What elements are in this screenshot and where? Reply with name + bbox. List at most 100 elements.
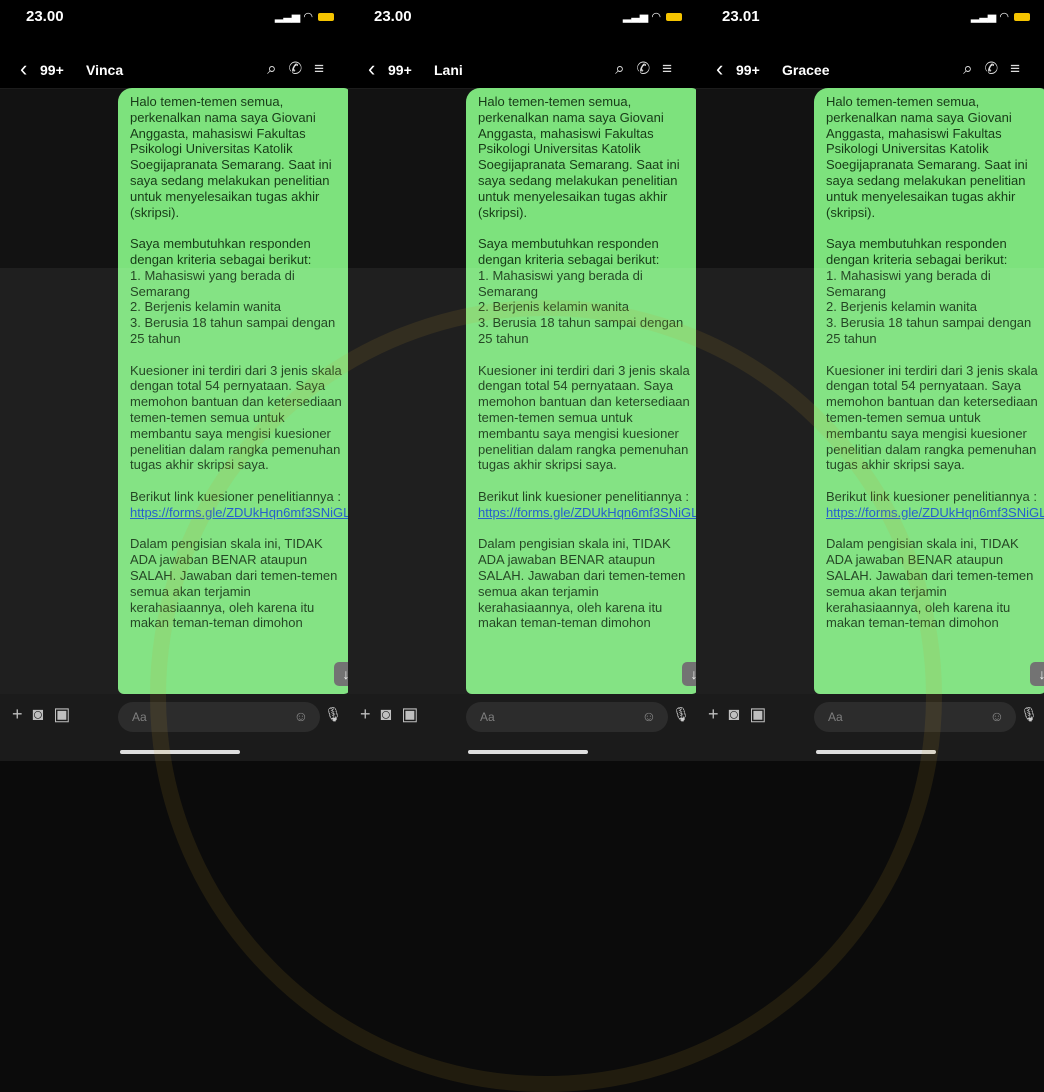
phone-icon[interactable]: ✆ (637, 59, 662, 78)
message-text: Halo temen-temen semua, perkenalkan nama… (478, 94, 696, 631)
phone-icon[interactable]: ✆ (985, 59, 1010, 78)
battery-icon (1014, 13, 1030, 22)
plus-icon[interactable]: + (12, 704, 33, 724)
plus-icon[interactable]: + (708, 704, 729, 724)
form-link[interactable]: https://forms.gle/ZDUkHqn6mf3SNiGLA (130, 505, 348, 520)
message-paragraph-link-label: Berikut link kuesioner penelitiannya : (826, 488, 1038, 504)
composer-bar: +◙▣ Aa ☺ 🎙 (348, 694, 696, 761)
form-link[interactable]: https://forms.gle/ZDUkHqn6mf3SNiGLA (826, 505, 1044, 520)
microphone-icon[interactable]: 🎙 (324, 706, 342, 723)
unread-count[interactable]: 99+ (388, 62, 412, 78)
message-paragraph-criteria: Saya membutuhkan responden dengan kriter… (478, 236, 684, 346)
message-bubble: Halo temen-temen semua, perkenalkan nama… (466, 88, 696, 694)
search-icon[interactable]: ⌕ (267, 59, 289, 78)
input-placeholder: Aa (132, 710, 147, 724)
composer-actions: +◙▣ (12, 704, 80, 725)
microphone-icon[interactable]: 🎙 (1020, 706, 1038, 723)
contact-name[interactable]: Vinca (86, 62, 123, 78)
signal-icon: ▂▃▅ (274, 11, 301, 23)
message-text: Halo temen-temen semua, perkenalkan nama… (130, 94, 348, 631)
image-icon[interactable]: ▣ (749, 704, 776, 724)
message-paragraph-questionnaire: Kuesioner ini terdiri dari 3 jenis skala… (478, 362, 694, 473)
composer-actions: +◙▣ (708, 704, 776, 725)
unread-count[interactable]: 99+ (736, 62, 760, 78)
message-paragraph-questionnaire: Kuesioner ini terdiri dari 3 jenis skala… (826, 362, 1042, 473)
chat-panel-lani: 23.00 ▂▃▅ ◠ ‹ 99+ Lani ⌕✆≡ Halo temen-te… (348, 0, 696, 761)
unread-count[interactable]: 99+ (40, 62, 64, 78)
back-chevron-icon[interactable]: ‹ (20, 56, 27, 82)
header-actions: ⌕✆≡ (267, 59, 336, 79)
composer-bar: +◙▣ Aa ☺ 🎙 (0, 694, 348, 761)
contact-name[interactable]: Gracee (782, 62, 829, 78)
chat-header: ‹ 99+ Lani ⌕✆≡ (348, 50, 696, 89)
input-placeholder: Aa (480, 710, 495, 724)
message-input[interactable]: Aa ☺ (814, 702, 1016, 732)
composer-bar: +◙▣ Aa ☺ 🎙 (696, 694, 1044, 761)
chat-header: ‹ 99+ Vinca ⌕✆≡ (0, 50, 348, 89)
phone-icon[interactable]: ✆ (289, 59, 314, 78)
status-time: 23.01 (722, 8, 760, 25)
arrow-down-icon[interactable]: ↓ (334, 662, 348, 686)
camera-icon[interactable]: ◙ (33, 704, 54, 724)
plus-icon[interactable]: + (360, 704, 381, 724)
battery-icon (666, 13, 682, 22)
camera-icon[interactable]: ◙ (381, 704, 402, 724)
signal-icon: ▂▃▅ (970, 11, 997, 23)
status-bar: 23.01 ▂▃▅ ◠ (696, 0, 1044, 50)
search-icon[interactable]: ⌕ (615, 59, 637, 78)
chat-panel-vinca: 23.00 ▂▃▅ ◠ ‹ 99+ Vinca ⌕✆≡ Halo temen-t… (0, 0, 348, 761)
contact-name[interactable]: Lani (434, 62, 463, 78)
form-link[interactable]: https://forms.gle/ZDUkHqn6mf3SNiGLA (478, 505, 696, 520)
status-time: 23.00 (26, 8, 64, 25)
message-paragraph-intro: Halo temen-temen semua, perkenalkan nama… (826, 94, 1032, 220)
message-paragraph-note: Dalam pengisian skala ini, TIDAK ADA jaw… (130, 536, 342, 631)
arrow-down-icon[interactable]: ↓ (1030, 662, 1044, 686)
status-icons: ▂▃▅ ◠ (275, 10, 334, 23)
message-bubble: Halo temen-temen semua, perkenalkan nama… (118, 88, 348, 694)
message-paragraph-criteria: Saya membutuhkan responden dengan kriter… (826, 236, 1032, 346)
wifi-icon: ◠ (651, 11, 661, 23)
message-paragraph-intro: Halo temen-temen semua, perkenalkan nama… (130, 94, 336, 220)
emoji-icon[interactable]: ☺ (642, 708, 656, 724)
status-time: 23.00 (374, 8, 412, 25)
camera-icon[interactable]: ◙ (729, 704, 750, 724)
signal-icon: ▂▃▅ (622, 11, 649, 23)
message-input[interactable]: Aa ☺ (118, 702, 320, 732)
message-text: Halo temen-temen semua, perkenalkan nama… (826, 94, 1044, 631)
status-bar: 23.00 ▂▃▅ ◠ (0, 0, 348, 50)
image-icon[interactable]: ▣ (401, 704, 428, 724)
menu-icon[interactable]: ≡ (314, 59, 336, 78)
back-chevron-icon[interactable]: ‹ (716, 56, 723, 82)
image-icon[interactable]: ▣ (53, 704, 80, 724)
message-paragraph-intro: Halo temen-temen semua, perkenalkan nama… (478, 94, 684, 220)
message-paragraph-questionnaire: Kuesioner ini terdiri dari 3 jenis skala… (130, 362, 346, 473)
battery-icon (318, 13, 334, 22)
message-paragraph-note: Dalam pengisian skala ini, TIDAK ADA jaw… (478, 536, 690, 631)
message-input[interactable]: Aa ☺ (466, 702, 668, 732)
search-icon[interactable]: ⌕ (963, 59, 985, 78)
menu-icon[interactable]: ≡ (662, 59, 684, 78)
back-chevron-icon[interactable]: ‹ (368, 56, 375, 82)
emoji-icon[interactable]: ☺ (294, 708, 308, 724)
chat-header: ‹ 99+ Gracee ⌕✆≡ (696, 50, 1044, 89)
message-paragraph-link-label: Berikut link kuesioner penelitiannya : (130, 488, 342, 504)
home-indicator[interactable] (120, 750, 240, 754)
menu-icon[interactable]: ≡ (1010, 59, 1032, 78)
wifi-icon: ◠ (303, 11, 313, 23)
message-bubble: Halo temen-temen semua, perkenalkan nama… (814, 88, 1044, 694)
status-bar: 23.00 ▂▃▅ ◠ (348, 0, 696, 50)
message-paragraph-criteria: Saya membutuhkan responden dengan kriter… (130, 236, 336, 346)
home-indicator[interactable] (816, 750, 936, 754)
status-icons: ▂▃▅ ◠ (971, 10, 1030, 23)
arrow-down-icon[interactable]: ↓ (682, 662, 696, 686)
microphone-icon[interactable]: 🎙 (672, 706, 690, 723)
composer-actions: +◙▣ (360, 704, 428, 725)
home-indicator[interactable] (468, 750, 588, 754)
status-icons: ▂▃▅ ◠ (623, 10, 682, 23)
header-actions: ⌕✆≡ (615, 59, 684, 79)
wifi-icon: ◠ (999, 11, 1009, 23)
message-paragraph-note: Dalam pengisian skala ini, TIDAK ADA jaw… (826, 536, 1038, 631)
message-paragraph-link-label: Berikut link kuesioner penelitiannya : (478, 488, 690, 504)
header-actions: ⌕✆≡ (963, 59, 1032, 79)
emoji-icon[interactable]: ☺ (990, 708, 1004, 724)
